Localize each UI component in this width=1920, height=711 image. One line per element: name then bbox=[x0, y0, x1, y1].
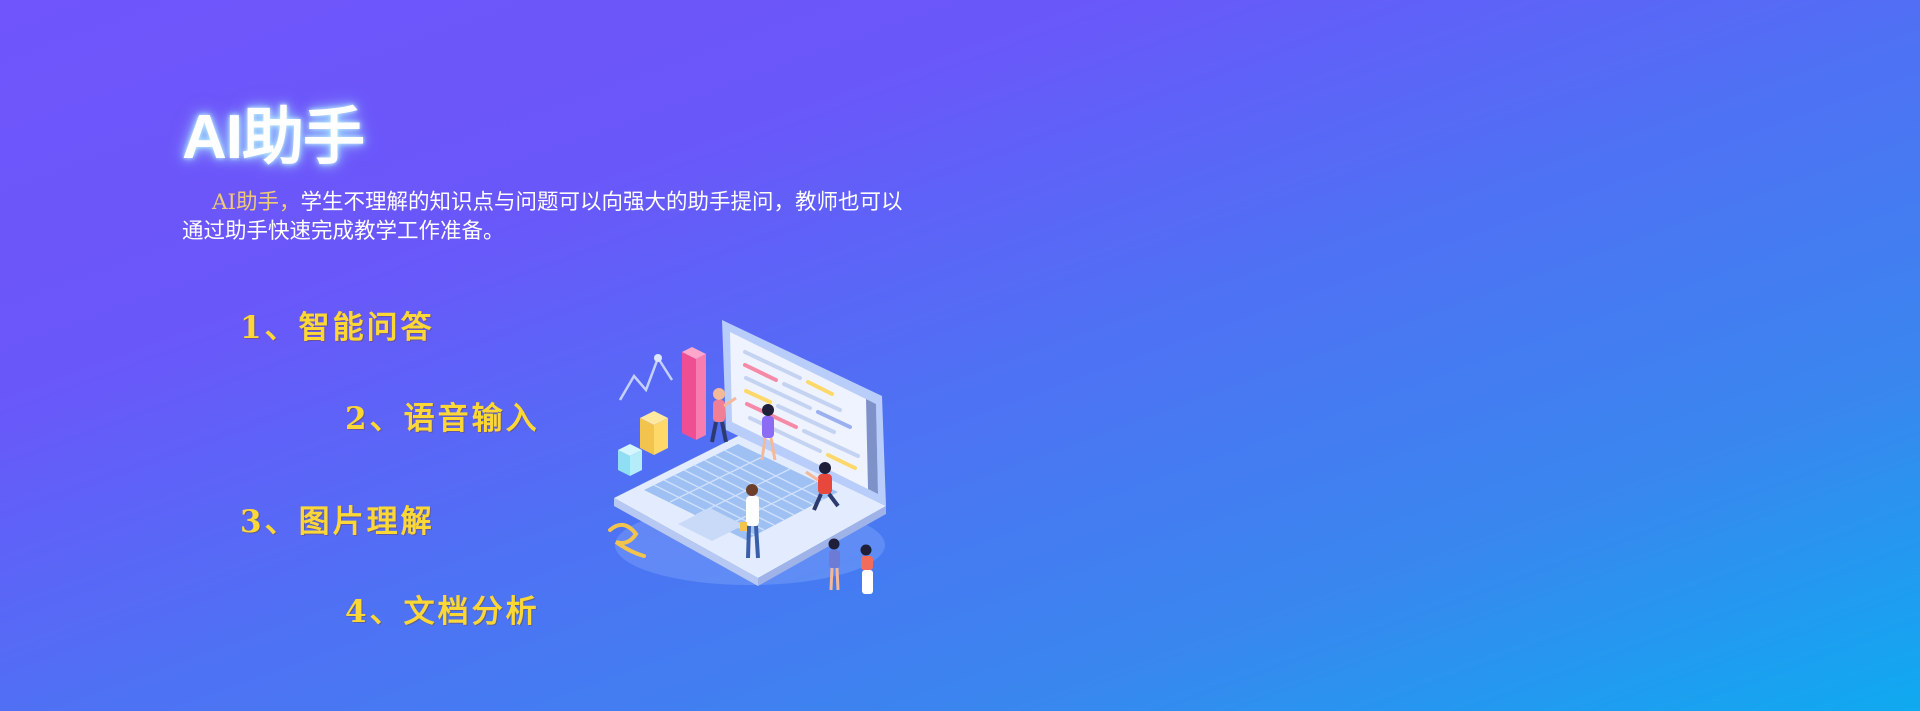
screen-sidebar bbox=[866, 399, 878, 494]
pink-bar-front bbox=[682, 352, 696, 440]
feature-item-document-analysis: 4、文档分析 bbox=[345, 594, 540, 630]
description-text: AI助手，学生不理解的知识点与问题可以向强大的助手提问，教师也可以通过助手快速完… bbox=[182, 188, 922, 246]
page-title: AI助手 bbox=[182, 103, 365, 172]
feature-item-qa: 1、智能问答 bbox=[240, 310, 435, 346]
feature-item-voice-input: 2、语音输入 bbox=[345, 401, 540, 437]
laptop-team-illustration-icon bbox=[608, 320, 886, 594]
line-chart-node bbox=[654, 354, 662, 362]
pink-bar-side bbox=[696, 354, 706, 440]
promo-banner: AI助手 AI助手，学生不理解的知识点与问题可以向强大的助手提问，教师也可以通过… bbox=[0, 0, 1920, 711]
description-lead: AI助手， bbox=[212, 190, 301, 215]
feature-item-image-understanding: 3、图片理解 bbox=[240, 504, 435, 540]
line-chart-zigzag bbox=[618, 355, 674, 401]
